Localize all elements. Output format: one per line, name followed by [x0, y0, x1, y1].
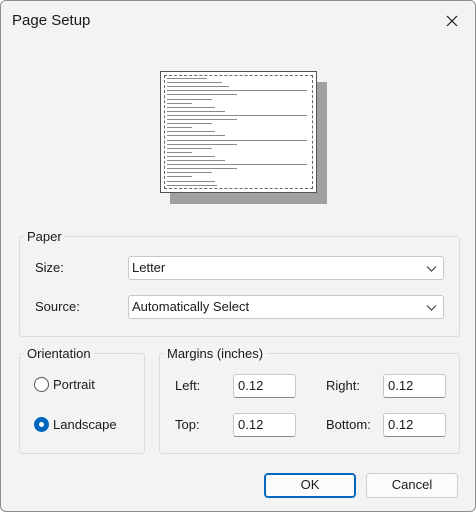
top-margin-label: Top: [175, 417, 200, 432]
source-label: Source: [35, 299, 80, 314]
orientation-legend: Orientation [27, 346, 91, 361]
close-icon [446, 15, 458, 27]
orientation-group: Orientation [19, 346, 145, 454]
preview-text-line [167, 82, 222, 84]
preview-text-line [167, 131, 215, 133]
close-button[interactable] [429, 1, 475, 41]
right-margin-value: 0.12 [388, 378, 414, 393]
preview-text-line [167, 180, 215, 182]
preview-text-line [167, 98, 212, 100]
preview-text-line [167, 155, 215, 157]
preview-text-line [167, 164, 307, 166]
page-preview [160, 71, 328, 205]
page-setup-dialog: Page Setup Paper Size: Letter Source: Au… [0, 0, 476, 512]
preview-text-line [167, 119, 237, 120]
radio-selected-dot [39, 422, 44, 427]
preview-text-line [167, 86, 229, 88]
paper-group: Paper [19, 229, 460, 337]
chevron-down-icon [426, 266, 437, 272]
chevron-down-icon [426, 305, 437, 311]
preview-text-line [167, 102, 192, 104]
preview-text-line [167, 110, 225, 112]
ok-button[interactable]: OK [264, 473, 356, 498]
bottom-margin-input[interactable]: 0.12 [383, 413, 446, 437]
bottom-margin-label: Bottom: [326, 417, 371, 432]
preview-text-line [167, 176, 192, 178]
preview-text-line [167, 139, 307, 141]
preview-text-line [167, 127, 192, 129]
paper-legend: Paper [27, 229, 62, 244]
bottom-margin-value: 0.12 [388, 417, 414, 432]
preview-text-line [167, 94, 237, 96]
size-label: Size: [35, 260, 64, 275]
margins-group: Margins (inches) [159, 346, 460, 454]
source-value: Automatically Select [132, 299, 250, 314]
preview-page [160, 71, 317, 193]
preview-text-line [167, 114, 307, 116]
source-select[interactable]: Automatically Select [128, 295, 444, 319]
cancel-button[interactable]: Cancel [366, 473, 458, 498]
preview-text-line [167, 168, 237, 170]
portrait-label[interactable]: Portrait [53, 377, 95, 392]
margins-legend: Margins (inches) [167, 346, 264, 361]
portrait-radio[interactable] [34, 377, 49, 392]
preview-text-line [167, 147, 212, 149]
preview-text-line [167, 160, 225, 161]
preview-text-line [167, 78, 207, 79]
dialog-title: Page Setup [12, 12, 91, 29]
preview-text-line [167, 123, 212, 125]
top-margin-value: 0.12 [238, 417, 264, 432]
preview-text-line [167, 184, 217, 186]
left-margin-label: Left: [175, 378, 201, 393]
preview-text-line [167, 135, 225, 137]
right-margin-label: Right: [326, 378, 360, 393]
landscape-radio[interactable] [34, 417, 49, 432]
landscape-label[interactable]: Landscape [53, 417, 117, 432]
size-value: Letter [132, 260, 166, 275]
preview-text-line [167, 90, 307, 92]
preview-text-line [167, 151, 192, 153]
left-margin-input[interactable]: 0.12 [233, 374, 296, 398]
preview-text-line [167, 143, 237, 145]
preview-text-line [167, 172, 212, 174]
left-margin-value: 0.12 [238, 378, 264, 393]
size-select[interactable]: Letter [128, 256, 444, 280]
top-margin-input[interactable]: 0.12 [233, 413, 296, 437]
title-bar: Page Setup [1, 1, 475, 41]
right-margin-input[interactable]: 0.12 [383, 374, 446, 398]
preview-text-line [167, 106, 215, 108]
